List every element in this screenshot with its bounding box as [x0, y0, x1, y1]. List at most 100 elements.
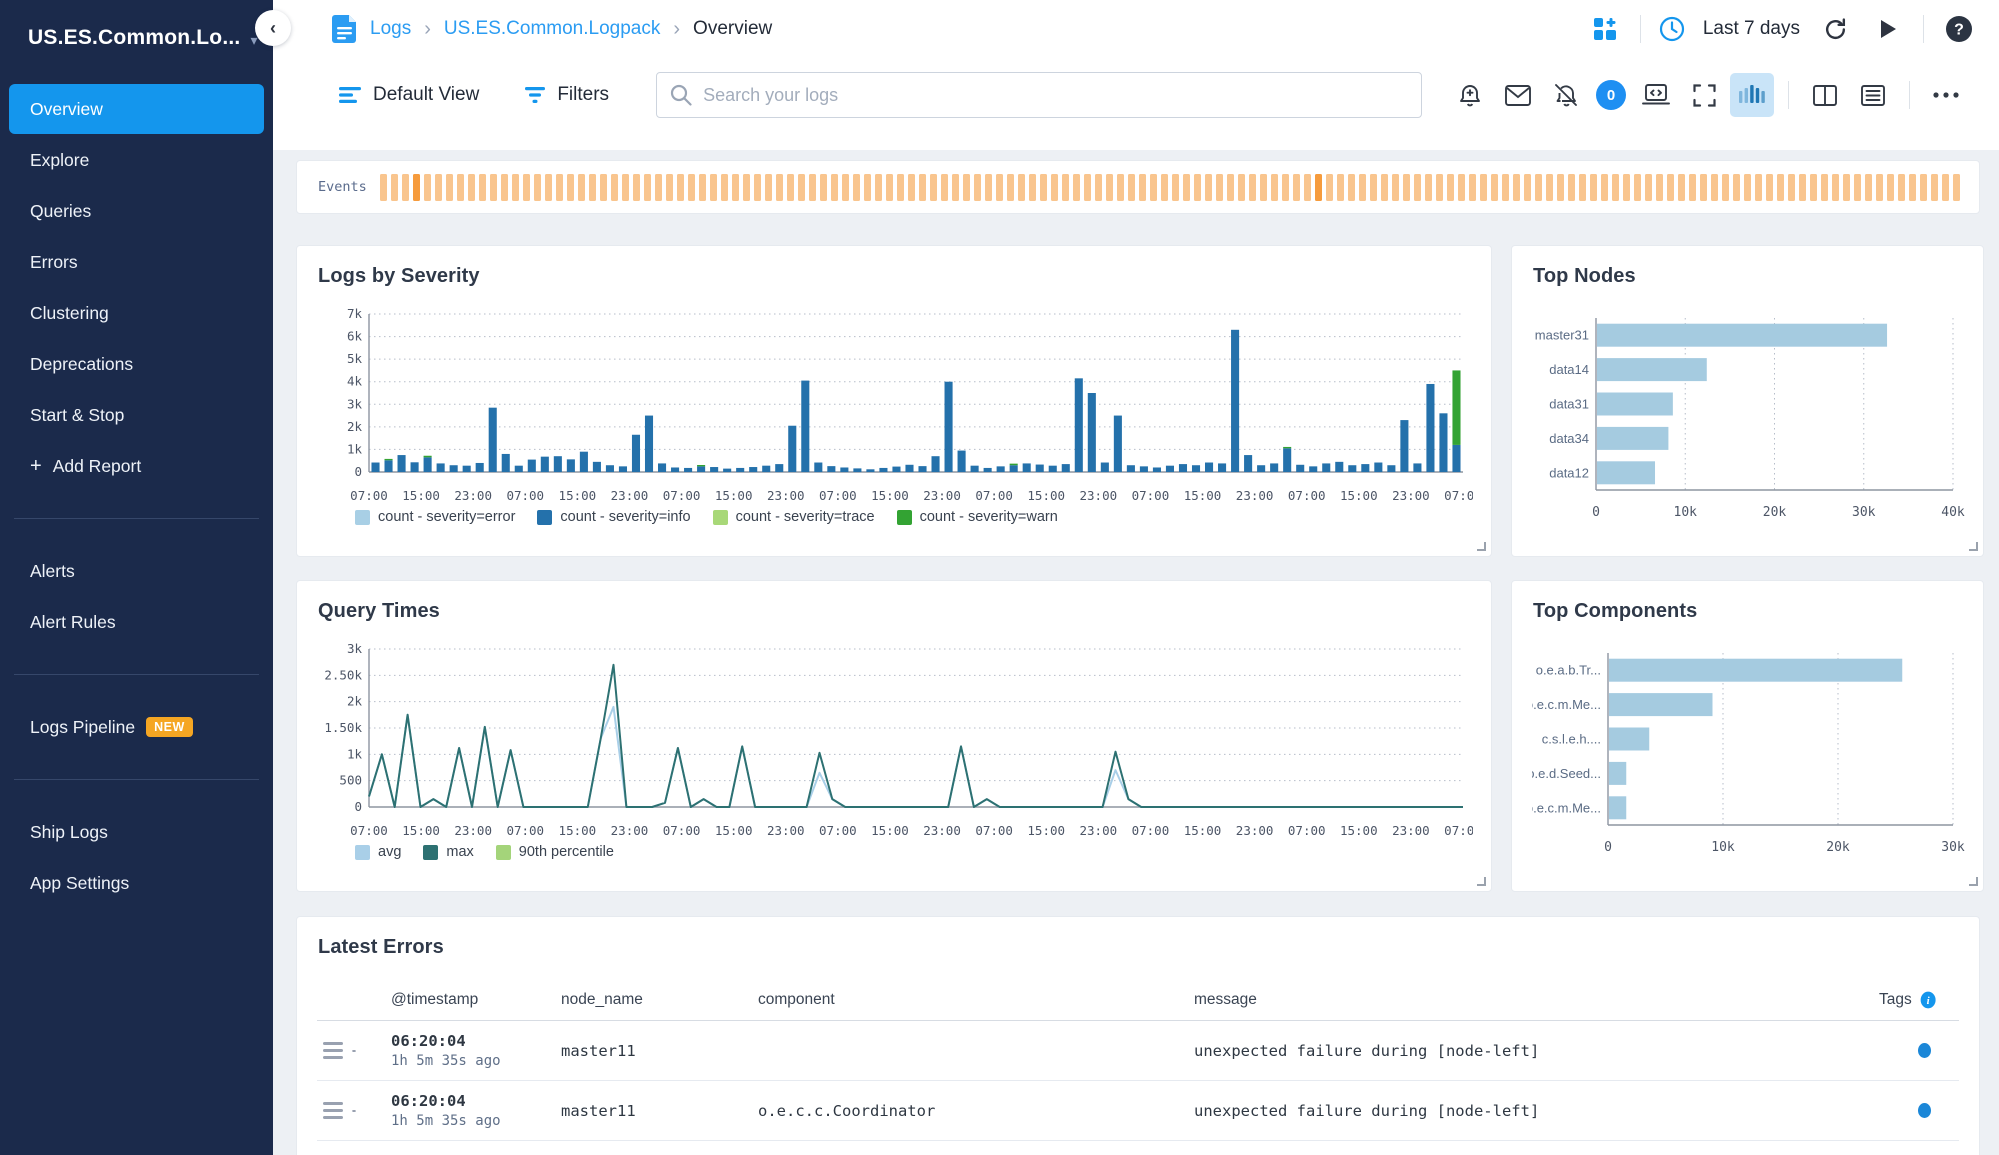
event-tick[interactable] — [687, 173, 695, 201]
sidebar-item-logs-pipeline[interactable]: Logs Pipeline NEW — [9, 702, 264, 752]
event-tick[interactable] — [1864, 173, 1872, 201]
event-tick[interactable] — [1897, 173, 1905, 201]
sidebar-item-queries[interactable]: Queries — [9, 186, 264, 236]
event-tick[interactable] — [1116, 173, 1124, 201]
event-tick[interactable] — [467, 173, 475, 201]
event-tick[interactable] — [434, 173, 442, 201]
top-components-chart[interactable]: 0 10k 20k 30k o.e.a.b.Tr... o.e.c.m.Me... c.s.… — [1532, 647, 1965, 859]
events-tick-strip[interactable] — [379, 173, 1961, 201]
help-icon[interactable]: ? — [1941, 11, 1977, 47]
event-tick[interactable] — [1930, 173, 1938, 201]
event-tick[interactable] — [1567, 173, 1575, 201]
event-tick[interactable] — [478, 173, 486, 201]
event-tick[interactable] — [1754, 173, 1762, 201]
event-tick[interactable] — [841, 173, 849, 201]
more-options-icon[interactable] — [1924, 73, 1968, 117]
error-row[interactable]: ˇ ˇ 06:20:04 1h 5m 35s ago master11 o.e.c.c.C… — [317, 1081, 1959, 1141]
resize-handle[interactable] — [1969, 542, 1978, 551]
event-tick[interactable] — [566, 173, 574, 201]
table-view-icon[interactable] — [1851, 73, 1895, 117]
event-tick[interactable] — [896, 173, 904, 201]
event-tick[interactable] — [1215, 173, 1223, 201]
event-tick[interactable] — [643, 173, 651, 201]
event-tick[interactable] — [401, 173, 409, 201]
event-tick[interactable] — [1600, 173, 1608, 201]
event-tick[interactable] — [1248, 173, 1256, 201]
event-tick[interactable] — [885, 173, 893, 201]
event-tick[interactable] — [1061, 173, 1069, 201]
event-tick[interactable] — [632, 173, 640, 201]
event-tick[interactable] — [1941, 173, 1949, 201]
event-tick[interactable] — [852, 173, 860, 201]
integrations-laptop-code-icon[interactable] — [1634, 73, 1678, 117]
chart-view-toggle-icon[interactable] — [1730, 73, 1775, 117]
event-tick[interactable] — [1809, 173, 1817, 201]
event-tick[interactable] — [1644, 173, 1652, 201]
event-tick[interactable] — [819, 173, 827, 201]
event-tick[interactable] — [753, 173, 761, 201]
event-tick[interactable] — [1512, 173, 1520, 201]
sidebar-item-deprecations[interactable]: Deprecations — [9, 339, 264, 389]
event-tick[interactable] — [830, 173, 838, 201]
event-tick[interactable] — [1886, 173, 1894, 201]
event-tick[interactable] — [1292, 173, 1300, 201]
sidebar-item-overview[interactable]: Overview — [9, 84, 264, 134]
event-tick[interactable] — [907, 173, 915, 201]
event-tick[interactable] — [1842, 173, 1850, 201]
event-tick[interactable] — [1776, 173, 1784, 201]
event-tick[interactable] — [1688, 173, 1696, 201]
event-tick[interactable] — [1336, 173, 1344, 201]
event-tick[interactable] — [1501, 173, 1509, 201]
event-tick[interactable] — [599, 173, 607, 201]
event-tick[interactable] — [588, 173, 596, 201]
event-tick[interactable] — [786, 173, 794, 201]
add-to-dashboard-icon[interactable] — [1587, 11, 1623, 47]
event-tick[interactable] — [929, 173, 937, 201]
event-tick[interactable] — [1391, 173, 1399, 201]
event-tick[interactable] — [1325, 173, 1333, 201]
event-tick[interactable] — [940, 173, 948, 201]
sidebar-item-add-report[interactable]: + Add Report — [9, 441, 264, 491]
logs-by-severity-chart[interactable]: 0 1k 2k 3k 4k 5k 6k 7k 07:00 15:00 23:00 07:00 15:00… — [317, 302, 1473, 507]
event-tick[interactable] — [764, 173, 772, 201]
event-tick[interactable] — [1314, 173, 1322, 201]
event-tick[interactable] — [489, 173, 497, 201]
event-tick[interactable] — [1105, 173, 1113, 201]
breadcrumb-app[interactable]: US.ES.Common.Logpack — [444, 18, 661, 40]
event-tick[interactable] — [555, 173, 563, 201]
event-tick[interactable] — [676, 173, 684, 201]
event-tick[interactable] — [698, 173, 706, 201]
event-tick[interactable] — [412, 173, 420, 201]
app-name[interactable]: US.ES.Common.Lo... — [28, 26, 240, 50]
event-tick[interactable] — [1358, 173, 1366, 201]
resize-handle[interactable] — [1969, 877, 1978, 886]
query-times-chart[interactable]: 0 500 1k 1.50k 2k 2.50k 3k 07:00 15:00 23:00 07:00… — [317, 637, 1473, 842]
event-tick[interactable] — [1468, 173, 1476, 201]
event-tick[interactable] — [1908, 173, 1916, 201]
col-node-name[interactable]: node_name — [561, 991, 758, 1009]
event-tick[interactable] — [984, 173, 992, 201]
event-tick[interactable] — [1699, 173, 1707, 201]
tag-dot[interactable] — [1918, 1043, 1931, 1058]
event-tick[interactable] — [1457, 173, 1465, 201]
event-tick[interactable] — [1138, 173, 1146, 201]
event-tick[interactable] — [1160, 173, 1168, 201]
event-tick[interactable] — [1149, 173, 1157, 201]
sidebar-item-app-settings[interactable]: App Settings — [9, 858, 264, 908]
event-tick[interactable] — [1853, 173, 1861, 201]
resize-handle[interactable] — [1477, 877, 1486, 886]
event-tick[interactable] — [1820, 173, 1828, 201]
event-tick[interactable] — [390, 173, 398, 201]
col-message[interactable]: message — [1194, 991, 1879, 1009]
event-tick[interactable] — [1369, 173, 1377, 201]
event-tick[interactable] — [1006, 173, 1014, 201]
event-tick[interactable] — [1633, 173, 1641, 201]
create-alert-bell-icon[interactable] — [1448, 73, 1492, 117]
event-tick[interactable] — [775, 173, 783, 201]
event-tick[interactable] — [709, 173, 717, 201]
event-tick[interactable] — [742, 173, 750, 201]
event-tick[interactable] — [1578, 173, 1586, 201]
tag-dot[interactable] — [1918, 1103, 1931, 1118]
row-expander-icon[interactable]: ˇˇ — [352, 1040, 356, 1061]
sidebar-collapse-button[interactable]: ‹ — [255, 10, 291, 46]
